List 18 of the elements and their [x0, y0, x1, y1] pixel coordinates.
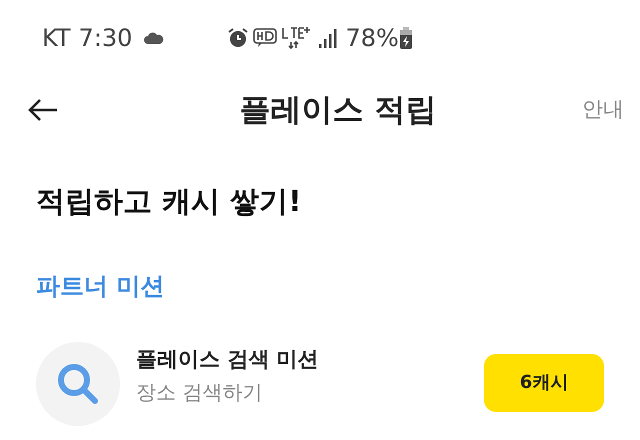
reward-button[interactable]: 6캐시: [484, 354, 604, 412]
charging-battery-icon: [398, 27, 413, 49]
hd-voice-icon: [253, 27, 278, 49]
search-icon: [56, 362, 100, 406]
back-arrow-icon: [27, 98, 59, 122]
lte-signal-icon: [281, 26, 312, 50]
headline: 적립하고 캐시 쌓기!: [35, 183, 302, 220]
carrier-text: KT: [42, 23, 71, 54]
cloud-icon: [144, 31, 164, 45]
guide-link[interactable]: 안내: [582, 94, 624, 126]
mission-subtitle: 장소 검색하기: [136, 380, 264, 405]
alarm-clock-icon: [227, 27, 250, 49]
battery-percent: 78%: [345, 23, 399, 54]
mission-title: 플레이스 검색 미션: [136, 346, 320, 372]
page-title: 플레이스 적립: [238, 90, 438, 130]
signal-bars-icon: [319, 28, 338, 48]
section-title: 파트너 미션: [35, 270, 166, 302]
clock-text: 7:30: [78, 23, 132, 54]
